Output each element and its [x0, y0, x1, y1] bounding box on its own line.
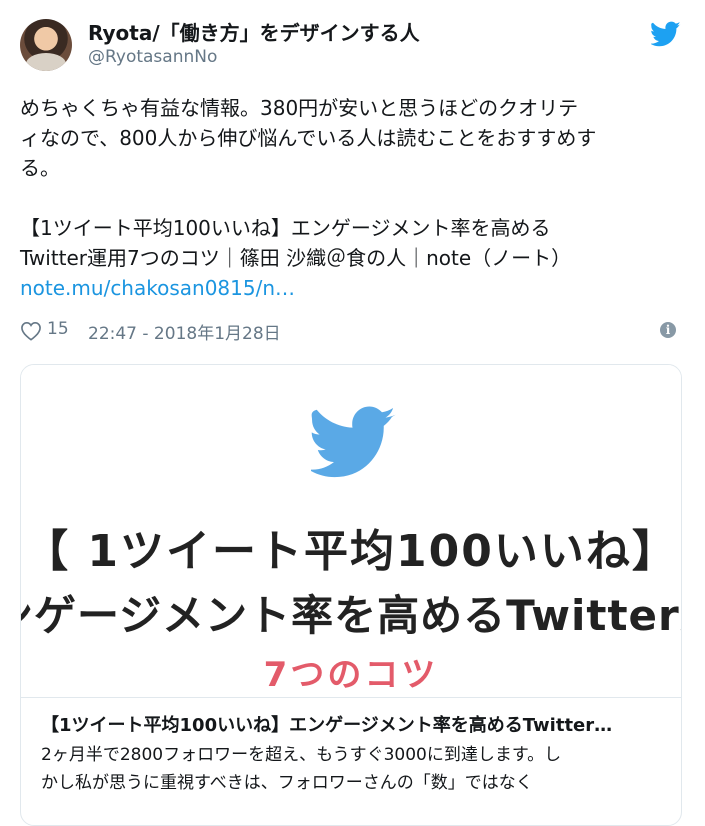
card-description-line: かし私が思うに重視すべきは、フォロワーさんの「数」ではなく [41, 773, 533, 793]
author-handle[interactable]: @RyotasannNo [88, 47, 217, 67]
tweet-header: Ryota/「働き方」をデザインする人 @RyotasannNo [0, 0, 705, 80]
card-image[interactable]: 【 1ツイート平均100いいね】 ンゲージメント率を高めるTwitter運 7つ… [21, 365, 681, 697]
quoted-title-line: Twitter運用7つのコツ｜篠田 沙織＠食の人｜note（ノート） [20, 246, 572, 270]
twitter-bird-icon[interactable] [651, 21, 681, 47]
tweet-text-line: る。 [20, 156, 60, 180]
tweet-body: めちゃくちゃ有益な情報。380円が安いと思うほどのクオリテ ィなので、800人か… [20, 93, 680, 303]
heart-icon[interactable] [20, 321, 42, 341]
twitter-bird-icon [311, 406, 396, 478]
tweet-text-line: ィなので、800人から伸び悩んでいる人は読むことをおすすめす [20, 126, 597, 150]
card-image-headline: 【 1ツイート平均100いいね】 [24, 526, 678, 577]
card-image-subheadline: ンゲージメント率を高めるTwitter運 [21, 591, 681, 640]
tweet-link[interactable]: note.mu/chakosan0815/n… [20, 276, 295, 300]
tweet-meta: 15 22:47 - 2018年1月28日 i [20, 318, 685, 346]
tweet-text-line: めちゃくちゃ有益な情報。380円が安いと思うほどのクオリテ [20, 96, 579, 120]
like-count: 15 [47, 319, 69, 339]
card-description: 2ヶ月半で2800フォロワーを超え、もうすぐ3000に到達します。し かし私が思… [41, 741, 661, 797]
quoted-title-line: 【1ツイート平均100いいね】エンゲージメント率を高める [20, 216, 551, 240]
timestamp[interactable]: 22:47 - 2018年1月28日 [88, 319, 281, 344]
author-display-name[interactable]: Ryota/「働き方」をデザインする人 [88, 17, 420, 46]
link-preview-card[interactable]: 【 1ツイート平均100いいね】 ンゲージメント率を高めるTwitter運 7つ… [20, 364, 682, 826]
avatar[interactable] [20, 19, 72, 71]
card-divider [21, 697, 681, 698]
card-image-tagline: 7つのコツ [263, 655, 439, 695]
card-title[interactable]: 【1ツイート平均100いいね】エンゲージメント率を高めるTwitter… [41, 711, 661, 737]
info-icon[interactable]: i [660, 322, 676, 338]
card-description-line: 2ヶ月半で2800フォロワーを超え、もうすぐ3000に到達します。し [41, 745, 562, 765]
